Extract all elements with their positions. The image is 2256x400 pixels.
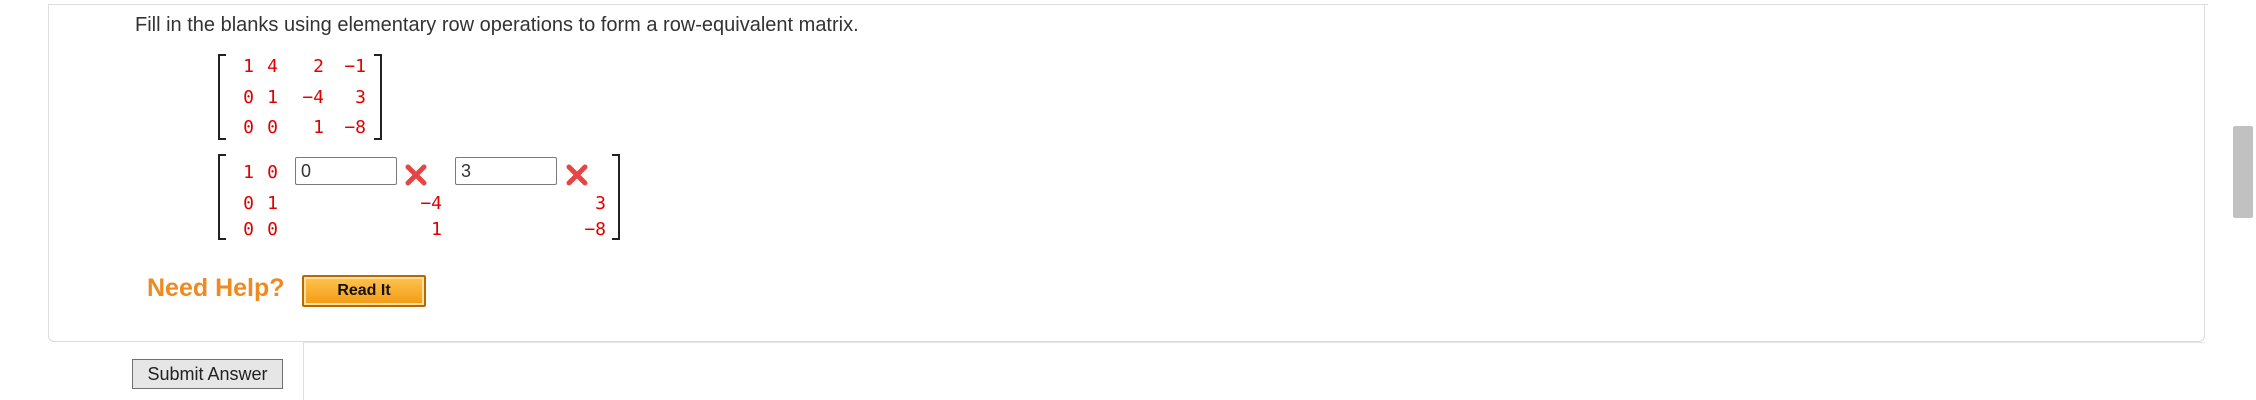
answer-cell-r2c3: −4 bbox=[420, 193, 442, 214]
answer-cell-r2c1: 0 bbox=[243, 193, 254, 214]
left-bracket bbox=[218, 54, 226, 140]
answer-input-r1c3[interactable] bbox=[295, 157, 397, 185]
answer-cell-r3c1: 0 bbox=[243, 219, 254, 240]
right-bracket bbox=[612, 154, 620, 240]
given-cell-r2c4: 3 bbox=[355, 87, 366, 108]
given-cell-r1c2: 4 bbox=[267, 56, 278, 77]
right-bracket bbox=[374, 54, 382, 140]
read-it-button[interactable]: Read It bbox=[302, 275, 426, 307]
given-cell-r3c2: 0 bbox=[267, 117, 278, 138]
given-cell-r2c1: 0 bbox=[243, 87, 254, 108]
answer-input-r1c4[interactable] bbox=[455, 157, 557, 185]
left-bracket bbox=[218, 154, 226, 240]
given-cell-r1c4: −1 bbox=[344, 56, 366, 77]
given-cell-r3c1: 0 bbox=[243, 117, 254, 138]
answer-cell-r3c2: 0 bbox=[267, 219, 278, 240]
given-cell-r2c3: −4 bbox=[302, 87, 324, 108]
given-cell-r2c2: 1 bbox=[267, 87, 278, 108]
need-help-label: Need Help? bbox=[147, 274, 285, 302]
given-matrix: 1 4 2 −1 0 1 −4 3 0 0 1 −8 bbox=[218, 54, 382, 140]
given-cell-r1c1: 1 bbox=[243, 56, 254, 77]
given-cell-r3c4: −8 bbox=[344, 117, 366, 138]
answer-cell-r2c2: 1 bbox=[267, 193, 278, 214]
question-prompt: Fill in the blanks using elementary row … bbox=[135, 14, 859, 36]
answer-cell-r1c1: 1 bbox=[243, 162, 254, 183]
given-cell-r1c3: 2 bbox=[313, 56, 324, 77]
answer-cell-r3c3: 1 bbox=[431, 219, 442, 240]
answer-area-box bbox=[303, 342, 2205, 400]
incorrect-x-icon bbox=[405, 164, 427, 186]
submit-answer-button[interactable]: Submit Answer bbox=[132, 359, 283, 389]
scrollbar-thumb[interactable] bbox=[2233, 126, 2253, 218]
answer-cell-r3c4: −8 bbox=[584, 219, 606, 240]
answer-cell-r2c4: 3 bbox=[595, 193, 606, 214]
given-cell-r3c3: 1 bbox=[313, 117, 324, 138]
answer-cell-r1c2: 0 bbox=[267, 162, 278, 183]
incorrect-x-icon bbox=[566, 164, 588, 186]
